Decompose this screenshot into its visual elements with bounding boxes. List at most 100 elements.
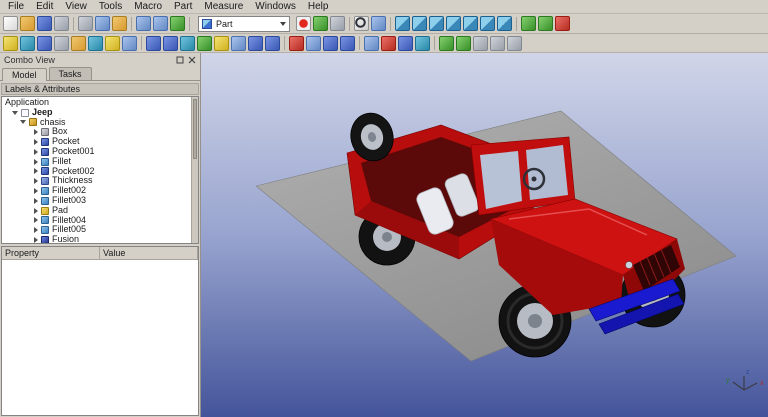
save-icon[interactable] xyxy=(37,16,52,31)
measure-angular-icon[interactable] xyxy=(456,36,471,51)
draw-style-icon[interactable] xyxy=(371,16,386,31)
expand-arrow-icon[interactable] xyxy=(20,120,26,124)
offset-icon[interactable] xyxy=(323,36,338,51)
shape-builder-icon[interactable] xyxy=(122,36,137,51)
boolean-intersection-icon[interactable] xyxy=(415,36,430,51)
undo-icon[interactable] xyxy=(136,16,151,31)
tab-tasks[interactable]: Tasks xyxy=(49,67,92,80)
sphere-icon[interactable] xyxy=(37,36,52,51)
expand-arrow-icon[interactable] xyxy=(34,139,38,145)
close-panel-icon[interactable] xyxy=(187,55,196,64)
expand-arrow-icon[interactable] xyxy=(34,237,38,243)
tree-item-feature[interactable]: Pocket xyxy=(2,137,198,147)
3d-viewport[interactable]: x y z xyxy=(201,53,768,417)
thickness-icon[interactable] xyxy=(340,36,355,51)
paste-icon[interactable] xyxy=(112,16,127,31)
macro-pause-icon[interactable] xyxy=(330,16,345,31)
expand-arrow-icon[interactable] xyxy=(34,149,38,155)
workbench-selector[interactable]: Part xyxy=(198,16,290,32)
expand-arrow-icon[interactable] xyxy=(34,178,38,184)
tree-item-feature[interactable]: Thickness xyxy=(2,176,198,186)
boolean-cut-icon[interactable] xyxy=(381,36,396,51)
clear-measurement-icon[interactable] xyxy=(555,16,570,31)
tube-icon[interactable] xyxy=(88,36,103,51)
expand-arrow-icon[interactable] xyxy=(34,227,38,233)
menu-macro[interactable]: Macro xyxy=(128,1,168,12)
3d-scene[interactable]: x y z xyxy=(201,53,768,417)
expand-arrow-icon[interactable] xyxy=(34,217,38,223)
tree-scrollbar[interactable] xyxy=(191,97,198,243)
measure-angle-icon[interactable] xyxy=(538,16,553,31)
float-panel-icon[interactable] xyxy=(175,55,184,64)
tree-item-document[interactable]: Jeep xyxy=(2,108,198,118)
boolean-union-icon[interactable] xyxy=(398,36,413,51)
chamfer-icon[interactable] xyxy=(214,36,229,51)
tree-item-feature[interactable]: Pocket002 xyxy=(2,167,198,177)
property-column-header[interactable]: Property xyxy=(2,247,100,259)
tree-item-feature[interactable]: Pocket001 xyxy=(2,147,198,157)
property-editor-body[interactable] xyxy=(2,260,198,415)
torus-icon[interactable] xyxy=(71,36,86,51)
menu-windows[interactable]: Windows xyxy=(249,1,302,12)
expand-arrow-icon[interactable] xyxy=(34,208,38,214)
cross-sections-icon[interactable] xyxy=(306,36,321,51)
expand-arrow-icon[interactable] xyxy=(34,159,38,165)
tree-item-feature[interactable]: Fillet xyxy=(2,157,198,167)
measure-linear-icon[interactable] xyxy=(439,36,454,51)
tree-scrollbar-thumb[interactable] xyxy=(193,99,197,159)
windshield-glass-right[interactable] xyxy=(526,145,568,200)
print-icon[interactable] xyxy=(54,16,69,31)
value-column-header[interactable]: Value xyxy=(100,247,198,259)
view-bottom-icon[interactable] xyxy=(480,16,495,31)
copy-icon[interactable] xyxy=(95,16,110,31)
refresh-icon[interactable] xyxy=(170,16,185,31)
tree-item-feature[interactable]: Fillet004 xyxy=(2,216,198,226)
section-icon[interactable] xyxy=(289,36,304,51)
view-front-icon[interactable] xyxy=(412,16,427,31)
menu-measure[interactable]: Measure xyxy=(198,1,249,12)
expand-arrow-icon[interactable] xyxy=(34,188,38,194)
tree-item-feature[interactable]: Pad xyxy=(2,206,198,216)
menu-file[interactable]: File xyxy=(2,1,30,12)
expand-arrow-icon[interactable] xyxy=(34,129,38,135)
view-rear-icon[interactable] xyxy=(463,16,478,31)
fit-all-icon[interactable] xyxy=(354,16,369,31)
menu-part[interactable]: Part xyxy=(168,1,198,12)
open-icon[interactable] xyxy=(20,16,35,31)
view-top-icon[interactable] xyxy=(429,16,444,31)
toggle-3d-measurements-icon[interactable] xyxy=(507,36,522,51)
tab-model[interactable]: Model xyxy=(2,68,47,81)
fillet-icon[interactable] xyxy=(197,36,212,51)
mirror-icon[interactable] xyxy=(180,36,195,51)
menu-help[interactable]: Help xyxy=(302,1,335,12)
menu-view[interactable]: View xyxy=(59,1,93,12)
macro-record-icon[interactable] xyxy=(296,16,311,31)
expand-arrow-icon[interactable] xyxy=(34,168,38,174)
expand-arrow-icon[interactable] xyxy=(12,111,18,115)
windshield-glass-left[interactable] xyxy=(480,151,522,209)
ruled-surface-icon[interactable] xyxy=(231,36,246,51)
tree-item-feature[interactable]: Fusion xyxy=(2,235,198,244)
tree-item-feature[interactable]: Fillet003 xyxy=(2,196,198,206)
loft-icon[interactable] xyxy=(248,36,263,51)
refresh-measurement-icon[interactable] xyxy=(473,36,488,51)
sweep-icon[interactable] xyxy=(265,36,280,51)
new-document-icon[interactable] xyxy=(3,16,18,31)
expand-arrow-icon[interactable] xyxy=(34,198,38,204)
macro-play-icon[interactable] xyxy=(313,16,328,31)
headlight[interactable] xyxy=(626,262,633,269)
tree-item-feature[interactable]: Fillet002 xyxy=(2,186,198,196)
boolean-icon[interactable] xyxy=(364,36,379,51)
toggle-all-measurements-icon[interactable] xyxy=(490,36,505,51)
cone-icon[interactable] xyxy=(54,36,69,51)
cylinder-icon[interactable] xyxy=(20,36,35,51)
box-icon[interactable] xyxy=(3,36,18,51)
view-isometric-icon[interactable] xyxy=(395,16,410,31)
view-left-icon[interactable] xyxy=(497,16,512,31)
menu-edit[interactable]: Edit xyxy=(30,1,59,12)
tree-item-feature[interactable]: Box xyxy=(2,127,198,137)
cut-icon[interactable] xyxy=(78,16,93,31)
menu-tools[interactable]: Tools xyxy=(93,1,128,12)
measure-distance-icon[interactable] xyxy=(521,16,536,31)
view-right-icon[interactable] xyxy=(446,16,461,31)
